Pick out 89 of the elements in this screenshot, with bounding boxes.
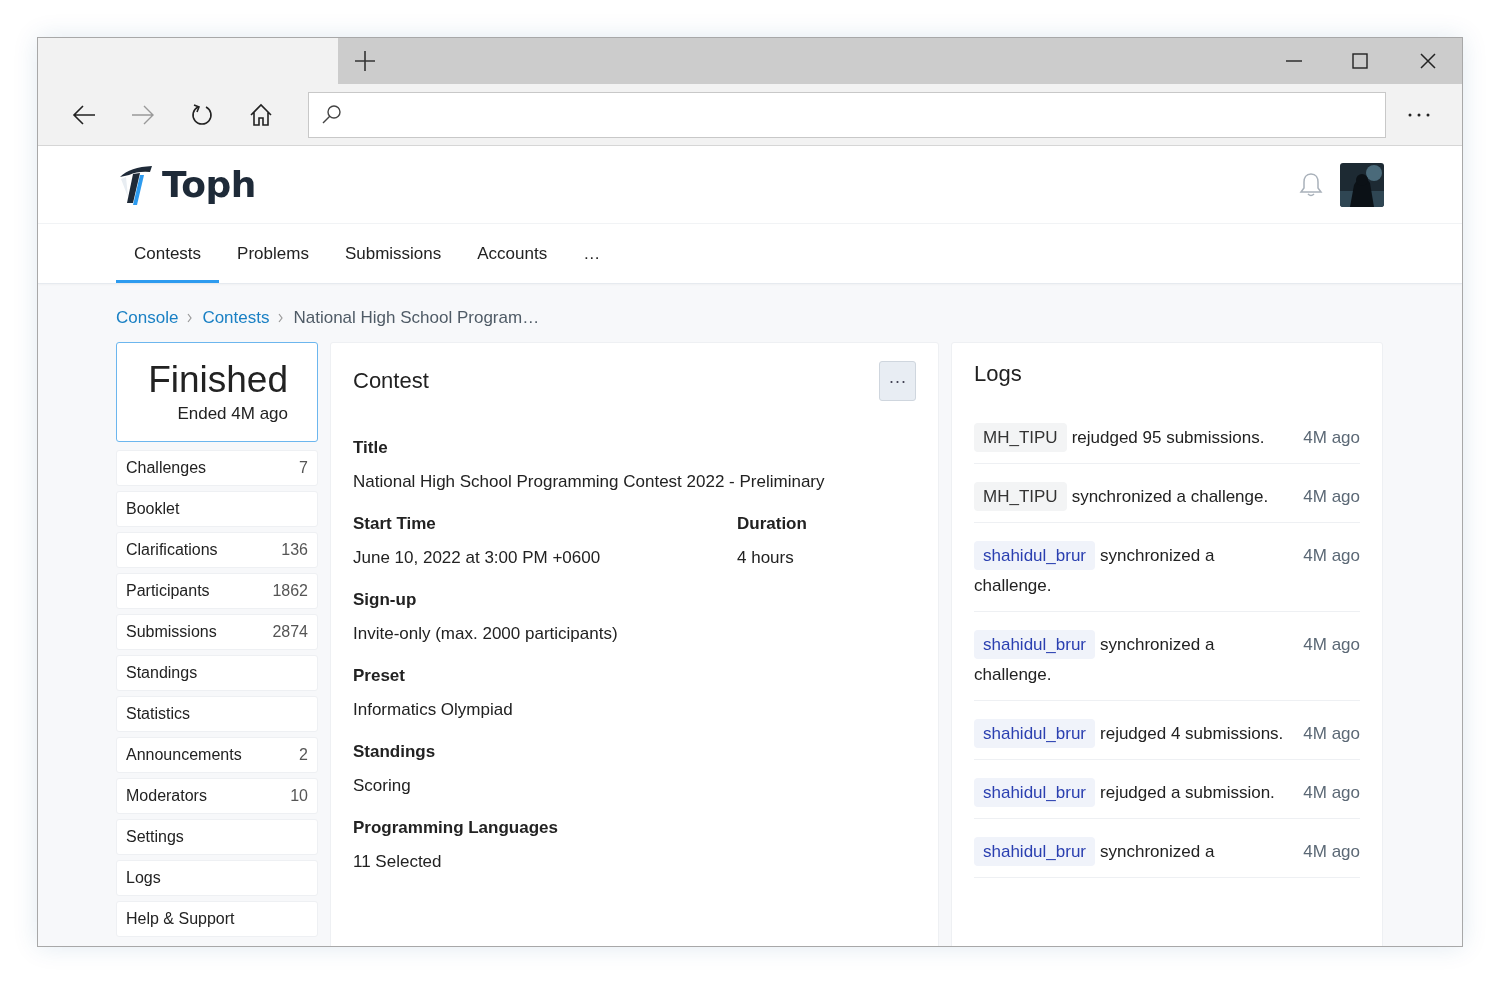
field-value: June 10, 2022 at 3:00 PM +0600 <box>353 548 602 568</box>
search-icon <box>321 104 342 125</box>
log-message: shahidul_brur rejudged a submission. <box>974 778 1294 808</box>
log-message: shahidul_brur synchronized a <box>974 837 1294 867</box>
item-label: Logs <box>126 869 161 887</box>
field-value: National High School Programming Contest 2022 - Preliminary <box>353 472 825 492</box>
breadcrumb-link[interactable]: Contests <box>202 308 270 328</box>
address-bar[interactable] <box>308 91 1386 138</box>
chevron-icon <box>278 313 285 323</box>
nav-tab[interactable]: Problems <box>219 227 327 283</box>
item-count: 1862 <box>272 582 308 600</box>
log-time: 4M ago <box>1303 427 1360 449</box>
user-tag[interactable]: shahidul_brur <box>974 719 1095 748</box>
user-tag[interactable]: shahidul_brur <box>974 630 1095 659</box>
item-label: Booklet <box>126 500 180 518</box>
item-count: 7 <box>299 459 308 477</box>
item-label: Participants <box>126 582 210 600</box>
log-time: 4M ago <box>1303 486 1360 508</box>
item-label: Clarifications <box>126 541 218 559</box>
user-tag[interactable]: MH_TIPU <box>974 423 1067 452</box>
item-label: Announcements <box>126 746 242 764</box>
log-time: 4M ago <box>1303 545 1360 567</box>
chevron-icon <box>187 313 194 323</box>
log-message: MH_TIPU rejudged 95 submissions. <box>974 423 1294 453</box>
breadcrumb-current: National High School Program… <box>293 308 540 328</box>
card-title: Contest <box>353 368 429 394</box>
bell-icon <box>1298 171 1324 198</box>
item-label: Help & Support <box>126 910 235 928</box>
item-label: Submissions <box>126 623 217 641</box>
field-value: Informatics Olympiad <box>353 700 513 720</box>
field-value: Scoring <box>353 776 412 796</box>
field-label: Duration <box>737 514 807 534</box>
field-value: 4 hours <box>737 548 795 568</box>
user-tag[interactable]: shahidul_brur <box>974 837 1095 866</box>
log-message: MH_TIPU synchronized a challenge. <box>974 482 1294 512</box>
field-label: Standings <box>353 742 436 762</box>
sidebar-item[interactable]: Standings <box>116 655 318 691</box>
log-message: shahidul_brur synchronized a challenge. <box>974 630 1294 690</box>
log-time: 4M ago <box>1303 634 1360 656</box>
sidebar-item[interactable]: Moderators 10 <box>116 778 318 814</box>
sidebar-item[interactable]: Booklet <box>116 491 318 527</box>
field-label: Preset <box>353 666 406 686</box>
sidebar-item[interactable]: Participants 1862 <box>116 573 318 609</box>
sidebar-item[interactable]: Logs <box>116 860 318 896</box>
card-title: Logs <box>974 361 1023 387</box>
sidebar-item[interactable]: Submissions 2874 <box>116 614 318 650</box>
field-label: Title <box>353 438 389 458</box>
sidebar-item[interactable]: Challenges 7 <box>116 450 318 486</box>
field-value: Invite-only (max. 2000 participants) <box>353 624 618 644</box>
item-count: 2874 <box>272 623 308 641</box>
log-message: shahidul_brur rejudged 4 submissions. <box>974 719 1294 749</box>
user-tag[interactable]: shahidul_brur <box>974 778 1095 807</box>
user-tag[interactable]: shahidul_brur <box>974 541 1095 570</box>
item-count: 10 <box>290 787 308 805</box>
more-button[interactable]: ··· <box>879 361 916 401</box>
item-label: Challenges <box>126 459 207 477</box>
item-label: Standings <box>126 664 198 682</box>
field-label: Programming Languages <box>353 818 558 838</box>
field-value: 11 Selected <box>353 852 443 872</box>
sidebar-item[interactable]: Settings <box>116 819 318 855</box>
site-logo[interactable]: Toph <box>116 162 256 207</box>
nav-tab[interactable]: Submissions <box>326 227 460 283</box>
nav-tab[interactable]: Contests <box>116 227 220 283</box>
item-count: 2 <box>299 746 308 764</box>
sidebar-item[interactable]: Help & Support <box>116 901 318 937</box>
field-label: Sign-up <box>353 590 418 610</box>
log-time: 4M ago <box>1303 782 1360 804</box>
user-tag[interactable]: MH_TIPU <box>974 482 1067 511</box>
nav-tab[interactable]: Accounts <box>459 227 566 283</box>
maximize-icon <box>1352 53 1368 69</box>
sidebar-item[interactable]: Statistics <box>116 696 318 732</box>
item-label: Settings <box>126 828 184 846</box>
item-label: Statistics <box>126 705 190 723</box>
field-label: Start Time <box>353 514 437 534</box>
item-count: 136 <box>281 541 308 559</box>
log-message: shahidul_brur synchronized a challenge. <box>974 541 1294 601</box>
status-title: Finished <box>148 359 288 401</box>
breadcrumb-link[interactable]: Console <box>116 308 179 328</box>
log-time: 4M ago <box>1303 841 1360 863</box>
log-time: 4M ago <box>1303 723 1360 745</box>
minimize-icon <box>1286 60 1302 62</box>
sidebar-item[interactable]: Announcements 2 <box>116 737 318 773</box>
plus-icon <box>354 50 376 72</box>
status-subtitle: Ended 4M ago <box>177 404 288 425</box>
sidebar-item[interactable]: Clarifications 136 <box>116 532 318 568</box>
close-icon <box>1419 52 1437 70</box>
nav-tab[interactable]: … <box>565 227 619 283</box>
notifications-button[interactable] <box>1298 171 1324 198</box>
item-label: Moderators <box>126 787 207 805</box>
